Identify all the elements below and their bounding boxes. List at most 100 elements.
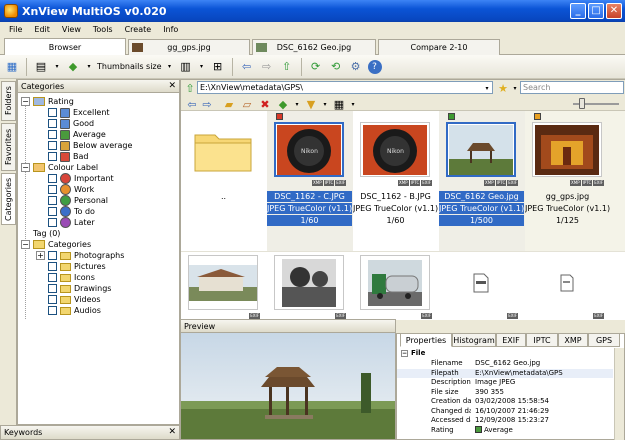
category-item-excellent[interactable]: Excellent <box>36 107 110 118</box>
checkbox[interactable] <box>48 141 57 150</box>
forward-arrow-icon[interactable]: ⇨ <box>199 96 215 112</box>
checkbox[interactable] <box>48 130 57 139</box>
chevron-down-icon[interactable]: ▾ <box>479 80 495 96</box>
checkbox[interactable] <box>48 108 57 117</box>
category-item-to-do[interactable]: To do <box>36 206 95 217</box>
category-item-icons[interactable]: Icons <box>36 272 95 283</box>
category-item-categories[interactable]: − Categories <box>21 239 91 250</box>
category-item-later[interactable]: Later <box>36 217 95 228</box>
collapse-icon[interactable]: − <box>21 163 30 172</box>
property-row[interactable]: Filename DSC_6162 Geo.jpg <box>397 359 613 368</box>
forward-arrow-icon[interactable]: ⇨ <box>259 59 275 75</box>
thumbnail-image[interactable]: Nikon <box>274 122 344 177</box>
category-item-important[interactable]: Important <box>36 173 114 184</box>
category-item-colour-label[interactable]: − Colour Label <box>21 162 98 173</box>
thumbnail-image[interactable] <box>188 122 258 177</box>
category-item-work[interactable]: Work <box>36 184 94 195</box>
thumbnail-image[interactable] <box>274 255 344 310</box>
category-item-pictures[interactable]: Pictures <box>36 261 106 272</box>
thumbnail-item[interactable]: EXIF <box>181 253 266 319</box>
checkbox[interactable] <box>48 119 57 128</box>
close-button[interactable]: ✕ <box>606 3 622 19</box>
sort-icon[interactable]: ▥ <box>178 59 194 75</box>
category-item-tag-0[interactable]: Tag (0) <box>21 228 60 239</box>
minimize-button[interactable]: _ <box>570 3 586 19</box>
menu-file[interactable]: File <box>3 25 28 34</box>
checkbox[interactable] <box>48 174 57 183</box>
path-input[interactable]: E:\XnView\metadata\GPS\ <box>197 81 493 94</box>
help-icon[interactable]: ? <box>367 59 382 74</box>
back-arrow-icon[interactable]: ⇦ <box>184 96 200 112</box>
property-row[interactable]: Filepath E:\XnView\metadata\GPS <box>397 368 613 378</box>
checkbox[interactable] <box>48 218 57 227</box>
tab-iptc[interactable]: IPTC <box>526 333 558 347</box>
category-item-below-average[interactable]: Below average <box>36 140 132 151</box>
properties-scrollbar[interactable] <box>614 348 624 440</box>
category-item-good[interactable]: Good <box>36 118 94 129</box>
up-icon[interactable]: ⇧ <box>279 59 295 75</box>
thumbnail-item[interactable]: EXIF <box>353 253 438 319</box>
category-item-average[interactable]: Average <box>36 129 106 140</box>
thumbnail-item[interactable]: Nikon XMP IPTC EXIF DSC_1162 - B.JPG JPEG Tru… <box>353 113 438 251</box>
category-item-bad[interactable]: Bad <box>36 151 88 162</box>
sync-icon[interactable]: ⟲ <box>328 59 344 75</box>
maximize-button[interactable]: □ <box>588 3 604 19</box>
collapse-icon[interactable]: − <box>21 97 30 106</box>
folder-up-icon[interactable]: ⇧ <box>182 80 198 96</box>
thumbnail-image[interactable] <box>532 255 602 310</box>
delete-icon[interactable]: ✖ <box>257 96 273 112</box>
chevron-down-icon[interactable]: ▾ <box>198 59 206 75</box>
tab-dsc-6162[interactable]: DSC_6162 Geo.jpg <box>252 39 376 55</box>
checkbox[interactable] <box>48 273 57 282</box>
search-input[interactable]: Search <box>520 81 624 94</box>
menu-edit[interactable]: Edit <box>28 25 56 34</box>
back-arrow-icon[interactable]: ⇦ <box>239 59 255 75</box>
checkbox[interactable] <box>48 152 57 161</box>
move-icon[interactable]: ▱ <box>239 96 255 112</box>
checkbox[interactable] <box>48 251 57 260</box>
zoom-slider-thumb[interactable] <box>579 98 585 109</box>
close-icon[interactable]: ✕ <box>168 81 176 91</box>
tab-gps[interactable]: GPS <box>588 333 620 347</box>
chevron-down-icon[interactable]: ▾ <box>85 59 93 75</box>
checkbox[interactable] <box>48 284 57 293</box>
filter-icon[interactable]: ◆ <box>65 59 81 75</box>
property-row[interactable]: Accessed date/time 12/09/2008 15:23:27 <box>397 416 613 425</box>
thumbnail-image[interactable] <box>446 255 516 310</box>
thumbnails-size-button[interactable]: Thumbnails size <box>97 62 162 71</box>
gear-icon[interactable]: ⚙ <box>348 59 364 75</box>
thumbnail-item[interactable]: .. <box>181 113 266 251</box>
tab-exif[interactable]: EXIF <box>496 333 526 347</box>
tab-properties[interactable]: Properties <box>400 333 452 347</box>
property-row[interactable]: File size 390 355 <box>397 388 613 397</box>
new-folder-icon[interactable]: ▰ <box>221 96 237 112</box>
thumbnail-image[interactable] <box>360 255 430 310</box>
tab-histogram[interactable]: Histogram <box>452 333 496 347</box>
checkbox[interactable] <box>48 262 57 271</box>
chevron-down-icon[interactable]: ▾ <box>166 59 174 75</box>
checkbox[interactable] <box>48 295 57 304</box>
refresh-icon[interactable]: ⟳ <box>308 59 324 75</box>
property-row[interactable]: Changed date/time 16/10/2007 21:46:29 <box>397 407 613 416</box>
menu-tools[interactable]: Tools <box>87 25 119 34</box>
tab-browser[interactable]: Browser <box>4 38 126 55</box>
thumbnail-item[interactable]: XMP IPTC EXIF DSC_6162 Geo.jpg JPEG TrueColo… <box>439 113 524 251</box>
tab-gg-gps[interactable]: gg_gps.jpg <box>128 39 250 55</box>
thumbnail-image[interactable]: Nikon <box>360 122 430 177</box>
category-item-audios[interactable]: Audios <box>36 305 101 316</box>
tree-icon[interactable]: ⊞ <box>210 59 226 75</box>
category-item-rating[interactable]: − Rating <box>21 96 74 107</box>
checkbox[interactable] <box>48 306 57 315</box>
property-row[interactable]: Description Image JPEG <box>397 378 613 387</box>
close-icon[interactable]: ✕ <box>168 427 176 437</box>
thumbnail-item[interactable]: Nikon XMP IPTC EXIF DSC_1162 - C.JPG JPEG Tru… <box>267 113 352 251</box>
property-row[interactable]: Creation date/time 03/02/2008 15:58:54 <box>397 397 613 406</box>
thumbnail-item[interactable]: EXIF <box>439 253 524 319</box>
checkbox[interactable] <box>48 207 57 216</box>
category-item-drawings[interactable]: Drawings <box>36 283 111 294</box>
chevron-down-icon[interactable]: ▾ <box>53 59 61 75</box>
chevron-down-icon[interactable]: ▾ <box>345 96 361 112</box>
category-item-photographs[interactable]: + Photographs <box>36 250 124 261</box>
thumbnail-image[interactable] <box>446 122 516 177</box>
browser-view-icon[interactable]: ▦ <box>4 59 20 75</box>
